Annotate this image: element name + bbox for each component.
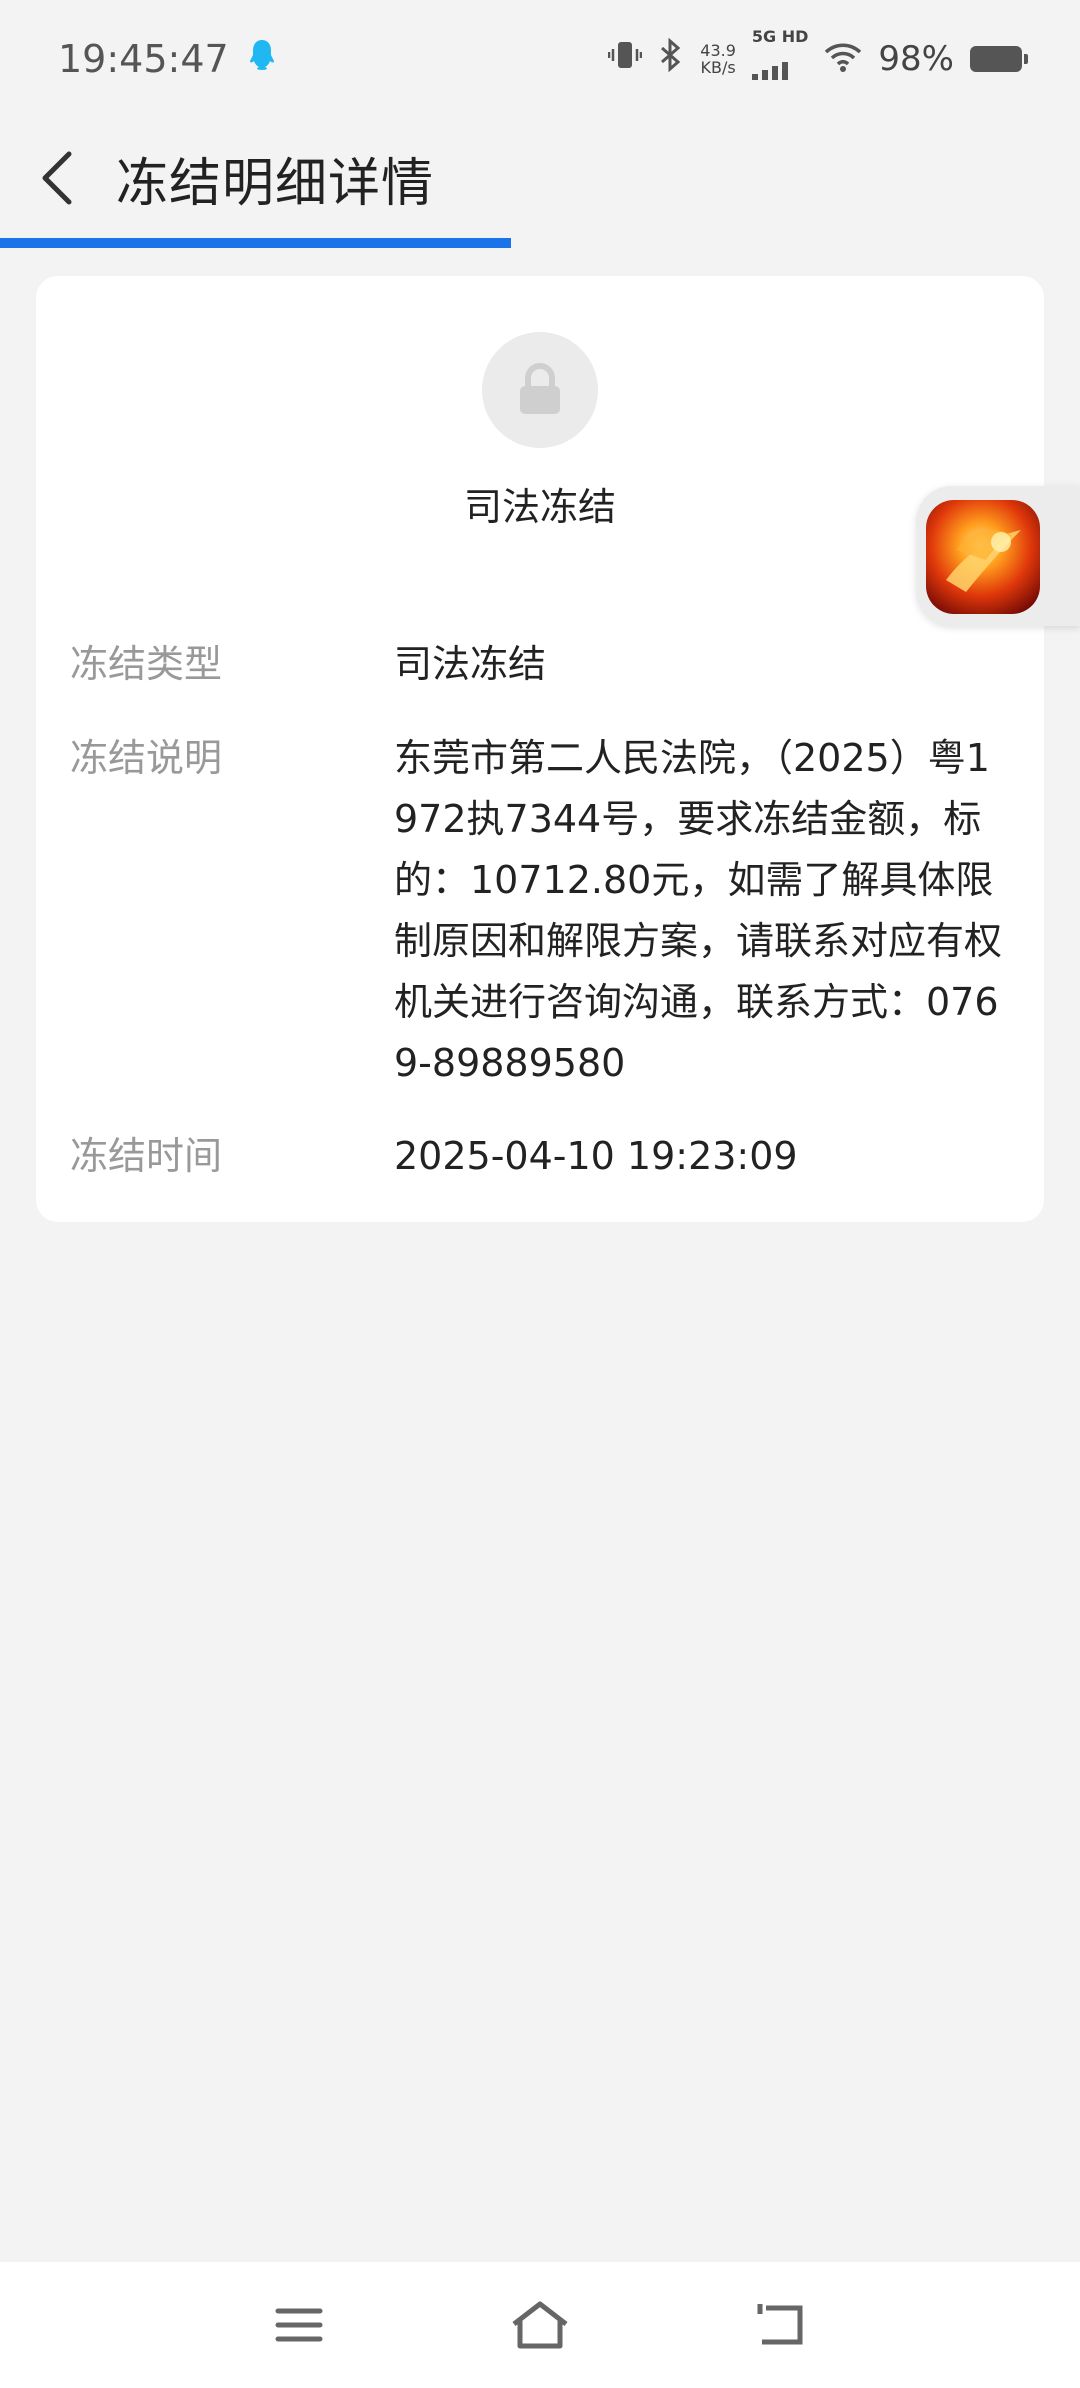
floating-app-bubble[interactable]: [916, 486, 1080, 626]
menu-icon: [275, 2308, 323, 2342]
lock-icon: [482, 332, 598, 448]
chevron-left-icon: [42, 151, 72, 205]
battery-icon: [970, 46, 1028, 72]
detail-label: 冻结说明: [70, 736, 223, 780]
back-button[interactable]: [2, 118, 112, 238]
status-bar: 19:45:47 43.9 KB/s 5G HD 98%: [0, 0, 1080, 118]
qq-icon: [247, 37, 277, 81]
game-app-icon[interactable]: [926, 500, 1040, 614]
back-icon: [757, 2304, 803, 2345]
bluetooth-icon: [658, 37, 684, 81]
detail-value: 司法冻结: [394, 642, 547, 686]
vibrate-icon: [608, 37, 643, 81]
menu-button[interactable]: [264, 2290, 334, 2360]
progress-fill: [0, 238, 511, 248]
detail-label: 冻结时间: [70, 1134, 223, 1178]
back-nav-button[interactable]: [746, 2290, 816, 2360]
wifi-icon: [824, 37, 862, 81]
net-speed: 43.9 KB/s: [700, 41, 736, 77]
detail-value: 东莞市第二人民法院，（2025）粤1972执7344号，要求冻结金额，标的：10…: [394, 736, 1003, 1085]
signal-icon: [751, 45, 792, 89]
home-button[interactable]: [505, 2290, 575, 2360]
detail-row-description: 冻结说明 东莞市第二人民法院，（2025）粤1972执7344号，要求冻结金额，…: [70, 728, 1004, 1094]
detail-row-time: 冻结时间 2025-04-10 19:23:09: [70, 1126, 1004, 1187]
clock: 19:45:47: [58, 37, 229, 81]
battery-percent: 98%: [878, 39, 954, 79]
detail-value: 2025-04-10 19:23:09: [394, 1134, 798, 1178]
system-nav-bar: [0, 2262, 1080, 2388]
page-load-progress: [0, 238, 1080, 248]
freeze-status-title: 司法冻结: [463, 485, 616, 529]
freeze-detail-card: 司法冻结 冻结类型 司法冻结 冻结说明 东莞市第二人民法院，（2025）粤197…: [36, 276, 1044, 1222]
detail-label: 冻结类型: [70, 642, 223, 686]
home-icon: [512, 2301, 568, 2349]
network-type-label: 5G HD: [751, 27, 809, 46]
detail-row-type: 冻结类型 司法冻结: [70, 634, 1004, 695]
page-title: 冻结明细详情: [116, 153, 435, 214]
signal-indicator: 5G HD: [751, 27, 809, 89]
app-header: 冻结明细详情: [0, 118, 1080, 238]
